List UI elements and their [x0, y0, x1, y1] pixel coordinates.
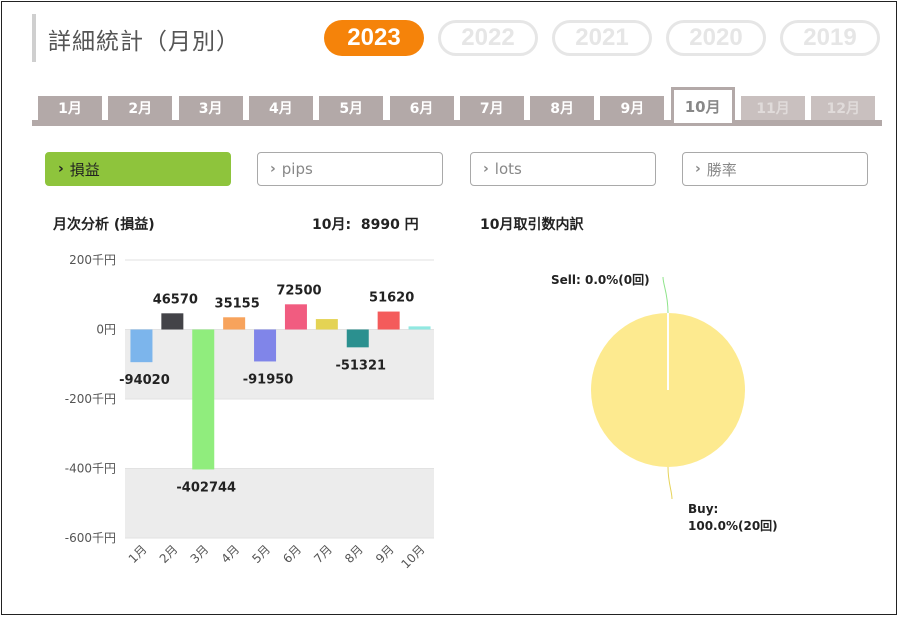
- sell-label-connector: [662, 276, 669, 314]
- pie-label-sell: Sell: 0.0%(0回): [551, 273, 650, 287]
- pie-label-buy: 100.0%(20回): [688, 519, 778, 533]
- buy-label-connector: [667, 466, 673, 500]
- trade-breakdown-pie-chart: Sell: 0.0%(0回) Buy: 100.0%(20回): [551, 273, 778, 533]
- pie-label-buy: Buy:: [688, 502, 718, 516]
